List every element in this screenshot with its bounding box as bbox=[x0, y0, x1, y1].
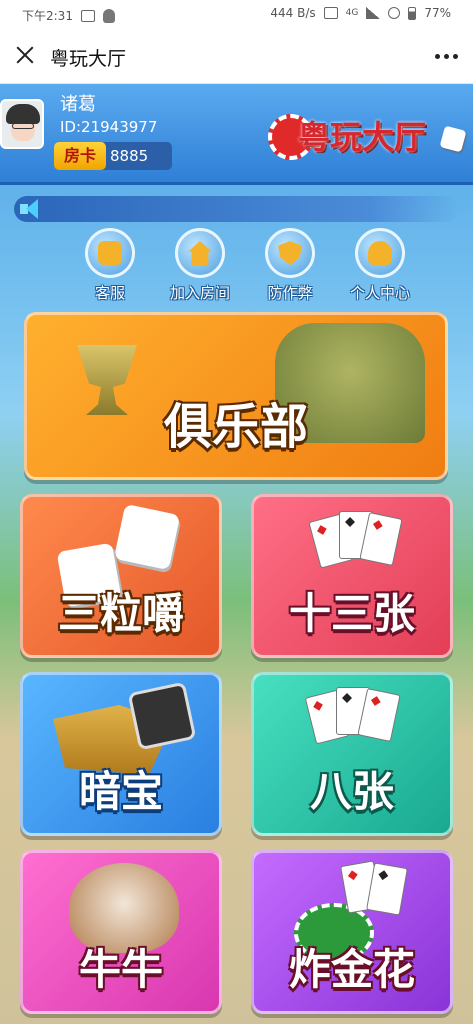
shield-icon bbox=[265, 228, 315, 278]
status-time: 下午2:31 bbox=[22, 9, 73, 23]
nav-anti-cheat[interactable]: 防作弊 bbox=[250, 228, 330, 308]
net-speed: 444 B/s bbox=[270, 6, 316, 20]
title-bar: 粤玩大厅 bbox=[0, 28, 473, 84]
announcement-bar bbox=[14, 196, 459, 222]
playing-card-icon bbox=[366, 862, 408, 916]
game-label: 三粒嚼 bbox=[57, 589, 184, 638]
chat-icon bbox=[102, 8, 115, 23]
username: 诸葛 bbox=[60, 94, 96, 115]
game-label: 炸金花 bbox=[288, 945, 415, 994]
home-icon bbox=[175, 228, 225, 278]
quick-nav: 客服 加入房间 防作弊 个人中心 bbox=[70, 228, 420, 308]
room-card-label: 房卡 bbox=[54, 142, 106, 170]
dice-icon bbox=[113, 503, 181, 571]
person-icon bbox=[355, 228, 405, 278]
nav-label: 加入房间 bbox=[169, 284, 230, 302]
game-tile-sanli[interactable]: 三粒嚼 bbox=[20, 494, 222, 658]
dice-icon bbox=[439, 125, 467, 153]
status-bar: 下午2:31 444 B/s 4G 77% bbox=[0, 0, 473, 28]
nav-join-room[interactable]: 加入房间 bbox=[160, 228, 240, 308]
network-type: 4G bbox=[345, 8, 359, 18]
mahjong-tile-icon bbox=[127, 681, 197, 751]
game-lobby: 诸葛 ID:21943977 房卡 8885 粤玩大厅 客服 加入房间 防作弊 bbox=[0, 84, 473, 1024]
room-card-value: 8885 bbox=[110, 147, 149, 165]
game-tile-shisan[interactable]: 十三张 bbox=[251, 494, 453, 658]
club-tile[interactable]: 俱乐部 bbox=[24, 312, 448, 480]
battery-level: 77% bbox=[424, 6, 451, 20]
more-icon[interactable] bbox=[433, 46, 459, 66]
user-bar: 诸葛 ID:21943977 房卡 8885 粤玩大厅 bbox=[0, 84, 473, 185]
nav-label: 个人中心 bbox=[349, 284, 410, 302]
game-label: 牛牛 bbox=[78, 945, 163, 994]
nav-customer-service[interactable]: 客服 bbox=[70, 228, 150, 308]
game-tile-bazhang[interactable]: 八张 bbox=[251, 672, 453, 836]
speaker-icon bbox=[20, 199, 42, 219]
game-tile-niuniu[interactable]: 牛牛 bbox=[20, 850, 222, 1014]
nav-personal-center[interactable]: 个人中心 bbox=[340, 228, 420, 308]
alarm-icon bbox=[388, 7, 401, 19]
nav-label: 防作弊 bbox=[267, 284, 313, 302]
headset-icon bbox=[85, 228, 135, 278]
game-tile-zhajinhua[interactable]: 炸金花 bbox=[251, 850, 453, 1014]
signal-icon bbox=[366, 7, 381, 19]
club-label: 俱乐部 bbox=[163, 399, 308, 455]
nav-label: 客服 bbox=[94, 284, 125, 302]
game-label: 八张 bbox=[309, 767, 394, 816]
logo-text: 粤玩大厅 bbox=[298, 118, 427, 156]
close-icon[interactable] bbox=[12, 42, 38, 68]
vibrate-icon bbox=[323, 7, 338, 19]
game-tile-anbao[interactable]: 暗宝 bbox=[20, 672, 222, 836]
image-icon bbox=[80, 9, 95, 22]
battery-icon bbox=[408, 6, 417, 20]
avatar[interactable] bbox=[0, 99, 44, 149]
game-label: 暗宝 bbox=[78, 767, 163, 816]
room-card-balance[interactable]: 房卡 8885 bbox=[54, 142, 172, 170]
game-label: 十三张 bbox=[288, 589, 415, 638]
user-id: ID:21943977 bbox=[60, 118, 158, 136]
page-title: 粤玩大厅 bbox=[50, 48, 127, 70]
app-logo: 粤玩大厅 bbox=[268, 108, 468, 166]
